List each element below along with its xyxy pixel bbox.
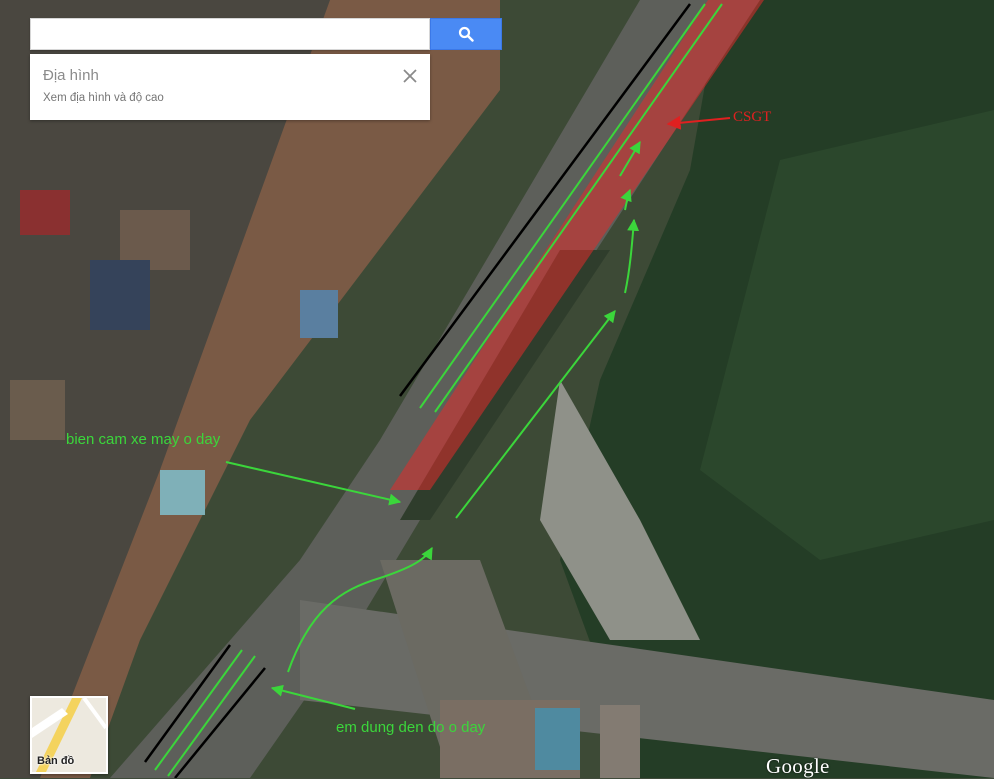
- building: [90, 260, 150, 330]
- search-button[interactable]: [430, 18, 502, 50]
- info-card-subtitle: Xem địa hình và độ cao: [43, 92, 164, 104]
- info-card-title: Địa hình: [43, 67, 99, 84]
- close-icon: [403, 69, 417, 83]
- annotation-red-light-stop: em dung den do o day: [336, 719, 486, 736]
- building: [535, 708, 580, 770]
- building: [600, 705, 640, 778]
- map-layer-switch[interactable]: Bản đồ: [30, 696, 108, 774]
- annotation-no-motorbike-sign: bien cam xe may o day: [66, 431, 221, 448]
- close-button[interactable]: [400, 66, 420, 86]
- layer-switch-label: Bản đồ: [37, 755, 75, 767]
- annotation-police: CSGT: [733, 109, 772, 125]
- search-input[interactable]: [31, 19, 429, 49]
- google-logo: Google: [766, 754, 830, 778]
- search-bar[interactable]: [30, 18, 430, 50]
- building: [10, 380, 65, 440]
- building: [20, 190, 70, 235]
- building: [300, 290, 338, 338]
- search-icon: [458, 26, 474, 42]
- building: [160, 470, 205, 515]
- terrain-info-card: Địa hình Xem địa hình và độ cao: [30, 54, 430, 120]
